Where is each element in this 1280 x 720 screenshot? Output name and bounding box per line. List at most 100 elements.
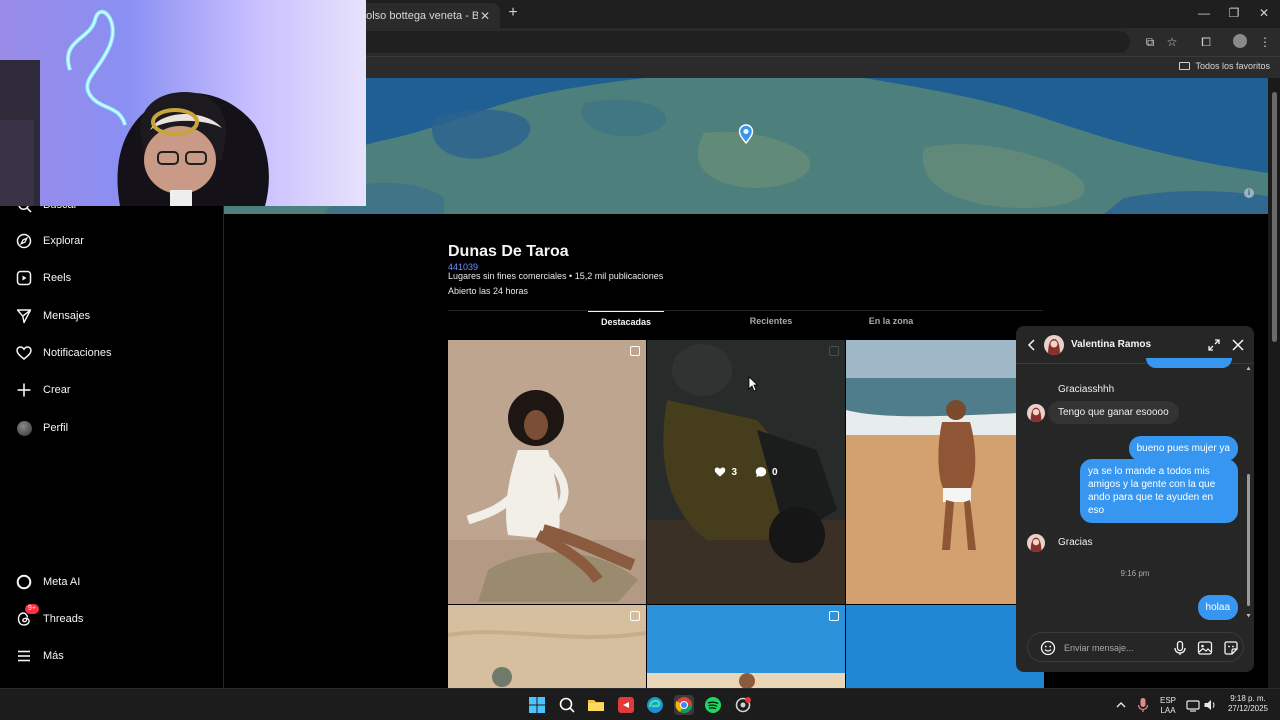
clock[interactable]: 9:18 p. m. 27/12/2025 [1222, 694, 1274, 714]
tray-chevron-icon[interactable] [1114, 698, 1128, 712]
place-hours: Abierto las 24 horas [448, 286, 529, 296]
spotify-icon[interactable] [703, 695, 723, 715]
volume-icon[interactable] [1203, 698, 1217, 712]
sidebar-item-label: Más [43, 650, 64, 662]
expand-icon[interactable] [1207, 338, 1221, 352]
windows-start-icon[interactable] [527, 695, 547, 715]
contact-mini-avatar [1027, 534, 1045, 552]
sidebar-item-label: Meta AI [43, 576, 81, 588]
chat-scrollbar[interactable] [1246, 366, 1251, 618]
microphone-icon[interactable] [1172, 640, 1188, 656]
lang-line-2: LAA [1160, 706, 1176, 715]
tab-destacadas[interactable]: Destacadas [588, 311, 664, 339]
message-bubble-out-partial [1146, 358, 1232, 368]
sidebar-item-label: Threads [43, 613, 84, 625]
threads-badge: 9+ [25, 604, 39, 614]
extensions-icon[interactable]: ⧠ [1198, 34, 1214, 50]
new-tab-button[interactable]: + [504, 4, 522, 22]
sidebar-item-label: Perfil [43, 422, 69, 434]
chrome-browser-icon[interactable] [674, 695, 694, 715]
location-map[interactable]: i [224, 78, 1268, 214]
sidebar-item-explorar[interactable]: Explorar [16, 230, 84, 252]
post-thumbnail[interactable]: 3 0 [647, 340, 845, 604]
all-bookmarks-folder[interactable]: Todos los favoritos [1179, 61, 1270, 71]
language-indicator[interactable]: ESP LAA [1156, 696, 1180, 716]
sidebar-item-reels[interactable]: Reels [16, 267, 71, 289]
tab-title: bolso bottega veneta - Buscar [360, 9, 478, 22]
post-tabs: Destacadas Recientes En la zona [448, 310, 1043, 338]
tab-en-la-zona[interactable]: En la zona [846, 311, 936, 339]
message-input[interactable] [1064, 640, 1164, 656]
avatar [16, 420, 32, 436]
chat-avatar[interactable] [1044, 335, 1064, 355]
tab-recientes[interactable]: Recientes [726, 311, 816, 339]
post-thumbnail[interactable] [448, 340, 646, 604]
close-icon[interactable] [1231, 338, 1245, 352]
sidebar-item-threads[interactable]: 9+ Threads [16, 604, 84, 630]
likes-count: 3 [714, 466, 737, 478]
map-info-icon[interactable]: i [1244, 188, 1254, 198]
back-icon[interactable] [1025, 338, 1039, 352]
send-icon [16, 308, 32, 324]
install-app-icon[interactable]: ⧉ [1142, 34, 1158, 50]
address-bar[interactable] [300, 31, 1130, 53]
sidebar-item-label: Reels [43, 272, 72, 284]
app-red-icon[interactable] [616, 695, 636, 715]
clock-date: 27/12/2025 [1227, 704, 1269, 713]
mic-icon[interactable] [1136, 697, 1150, 713]
post-thumbnail[interactable] [846, 340, 1044, 604]
message-bubble-in: Graciasshhh [1058, 384, 1115, 395]
page-title: Dunas De Taroa [448, 243, 569, 260]
sidebar-item-mas[interactable]: Más [16, 645, 64, 667]
sidebar-item-mensajes[interactable]: Mensajes [16, 305, 90, 327]
taskbar-search-icon[interactable] [557, 695, 577, 715]
message-bubble-out: bueno pues mujer ya [1128, 436, 1238, 461]
sidebar-item-label: Crear [43, 384, 71, 396]
browser-menu-icon[interactable]: ⋮ [1257, 34, 1273, 50]
profile-avatar-icon[interactable] [1232, 34, 1248, 50]
carousel-icon [630, 611, 640, 621]
post-hover-overlay: 3 0 [647, 340, 845, 604]
post-thumbnail[interactable] [647, 605, 845, 688]
chat-messages: Graciasshhh Tengo que ganar esoooo bueno… [1016, 358, 1254, 622]
close-window-icon[interactable]: ✕ [1248, 4, 1280, 22]
comment-filled-icon [755, 467, 767, 478]
chat-contact-name[interactable]: Valentina Ramos [1071, 339, 1151, 350]
file-explorer-icon[interactable] [586, 695, 606, 715]
carousel-icon [829, 611, 839, 621]
sidebar-item-meta-ai[interactable]: Meta AI [16, 571, 80, 593]
restore-icon[interactable]: ❐ [1218, 4, 1250, 22]
threads-icon: 9+ [16, 604, 39, 627]
page-scrollbar[interactable] [1268, 78, 1280, 688]
sidebar-item-crear[interactable]: Crear [16, 379, 71, 401]
bookmark-star-icon[interactable]: ☆ [1164, 34, 1180, 50]
tab-close-icon[interactable]: ✕ [478, 9, 492, 23]
sidebar-item-label: Notificaciones [43, 347, 112, 359]
image-icon[interactable] [1197, 640, 1213, 656]
post-thumbnail[interactable] [448, 605, 646, 688]
carousel-icon [630, 346, 640, 356]
network-icon[interactable] [1186, 698, 1200, 712]
message-bubble-out: ya se lo mande a todos mis amigos y la g… [1080, 459, 1238, 523]
post-thumbnail[interactable] [846, 605, 1044, 688]
edge-browser-icon[interactable] [645, 695, 665, 715]
sidebar-item-label: Mensajes [43, 310, 91, 322]
sidebar-item-perfil[interactable]: Perfil [16, 417, 68, 439]
app-settings-icon[interactable] [733, 695, 753, 715]
comments-count: 0 [755, 466, 778, 478]
meta-ai-icon [16, 574, 32, 590]
minimize-icon[interactable]: — [1188, 4, 1220, 22]
sidebar-item-label: Explorar [43, 235, 84, 247]
emoji-icon[interactable] [1040, 640, 1056, 656]
chat-popup: Valentina Ramos Graciasshhh Tengo que ga… [1016, 326, 1254, 672]
sticker-icon[interactable] [1223, 640, 1239, 656]
menu-icon [16, 648, 32, 664]
heart-filled-icon [715, 467, 726, 477]
browser-tab[interactable]: bolso bottega veneta - Buscar ✕ [352, 3, 500, 28]
map-pin-icon[interactable] [738, 124, 754, 144]
message-timestamp: 9:16 pm [1120, 569, 1150, 578]
page-scroll-thumb[interactable] [1272, 92, 1277, 342]
plus-icon [16, 382, 32, 398]
bookmark-folder-label: Todos los favoritos [1195, 61, 1270, 71]
sidebar-item-notificaciones[interactable]: Notificaciones [16, 342, 111, 364]
